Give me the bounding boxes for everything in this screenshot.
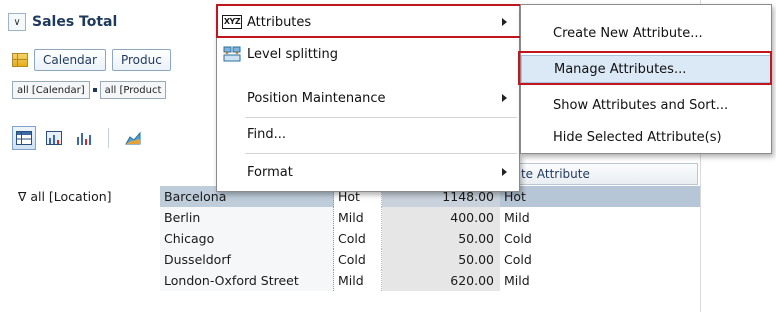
- context-menu: XYZ Attributes Level splitting Position …: [216, 4, 520, 192]
- menu-item-label: Find...: [247, 126, 287, 142]
- temperature-cell: Mild: [334, 270, 382, 291]
- city-cell[interactable]: Chicago: [160, 228, 334, 249]
- menu-item-attributes[interactable]: XYZ Attributes: [217, 7, 519, 37]
- level-split-icon: [223, 46, 241, 62]
- climate-attribute-cell: Cold: [504, 231, 532, 246]
- menu-separator: [245, 117, 517, 118]
- submenu-arrow-icon: [502, 94, 507, 102]
- sales-value-cell: 50.00: [382, 249, 500, 270]
- sales-value-cell: 620.00: [382, 270, 500, 291]
- climate-attribute-cell: Mild: [504, 273, 530, 288]
- location-cell-empty: [14, 228, 160, 249]
- menu-item-format[interactable]: Format: [217, 157, 519, 187]
- city-cell[interactable]: Dusseldorf: [160, 249, 334, 270]
- sales-value-cell: 50.00: [382, 228, 500, 249]
- panel-header: ∨ Sales Total: [8, 8, 117, 36]
- dimension-bar: Calendar Produc: [12, 47, 171, 73]
- toolbar-separator: [108, 128, 109, 148]
- city-cell[interactable]: London-Oxford Street: [160, 270, 334, 291]
- submenu-item-manage-attributes[interactable]: Manage Attributes...: [521, 55, 771, 83]
- product-dimension-button[interactable]: Produc: [111, 49, 171, 71]
- submenu-arrow-icon: [502, 18, 507, 26]
- city-cell[interactable]: Berlin: [160, 207, 334, 228]
- table-row[interactable]: Dusseldorf Cold 50.00 Cold: [14, 249, 700, 270]
- table-row[interactable]: London-Oxford Street Mild 620.00 Mild: [14, 270, 700, 291]
- table-view-icon[interactable]: [12, 126, 36, 150]
- location-cell[interactable]: ∇ all [Location]: [14, 186, 160, 207]
- menu-item-label: Attributes: [247, 14, 312, 30]
- menu-separator: [245, 153, 517, 154]
- location-cell-empty: [14, 249, 160, 270]
- chip-separator: [92, 88, 97, 92]
- menu-item-label: Format: [247, 164, 293, 180]
- product-chip[interactable]: all [Product: [99, 81, 167, 99]
- menu-item-position-maintenance[interactable]: Position Maintenance: [217, 83, 519, 113]
- table-row[interactable]: Berlin Mild 400.00 Mild: [14, 207, 700, 228]
- location-cell-empty: [14, 207, 160, 228]
- panel-title: Sales Total: [32, 14, 118, 30]
- submenu-item-show-attributes-and-sort[interactable]: Show Attributes and Sort...: [521, 91, 771, 119]
- calendar-dimension-button[interactable]: Calendar: [34, 49, 106, 71]
- menu-item-find[interactable]: Find...: [217, 119, 519, 149]
- submenu-item-create-new-attribute[interactable]: Create New Attribute...: [521, 19, 771, 47]
- crosstab-icon: [12, 53, 28, 67]
- submenu-arrow-icon: [502, 168, 507, 176]
- temperature-cell: Cold: [334, 228, 382, 249]
- area-chart-icon[interactable]: [121, 126, 145, 150]
- bar-chart-icon[interactable]: [72, 126, 96, 150]
- table-row[interactable]: Chicago Cold 50.00 Cold: [14, 228, 700, 249]
- xyz-icon: XYZ: [221, 14, 243, 30]
- attributes-submenu: Create New Attribute... Manage Attribute…: [520, 4, 772, 154]
- climate-attribute-cell: Cold: [504, 252, 532, 267]
- climate-attribute-cell: Mild: [504, 210, 530, 225]
- menu-item-level-splitting[interactable]: Level splitting: [217, 41, 519, 67]
- calendar-chip[interactable]: all [Calendar]: [12, 81, 90, 99]
- submenu-item-hide-selected-attributes[interactable]: Hide Selected Attribute(s): [521, 123, 771, 151]
- crosstab-chart-icon[interactable]: [42, 126, 66, 150]
- sales-value-cell: 400.00: [382, 207, 500, 228]
- view-toolbar: [12, 124, 145, 152]
- menu-item-label: Position Maintenance: [247, 90, 386, 106]
- temperature-cell: Cold: [334, 249, 382, 270]
- collapse-chevron-icon[interactable]: ∨: [8, 13, 26, 31]
- temperature-cell: Mild: [334, 207, 382, 228]
- menu-item-label: Level splitting: [247, 46, 338, 62]
- page-items-bar: all [Calendar] all [Product: [12, 80, 167, 100]
- location-cell-empty: [14, 270, 160, 291]
- climate-attribute-cell: Hot: [500, 186, 700, 207]
